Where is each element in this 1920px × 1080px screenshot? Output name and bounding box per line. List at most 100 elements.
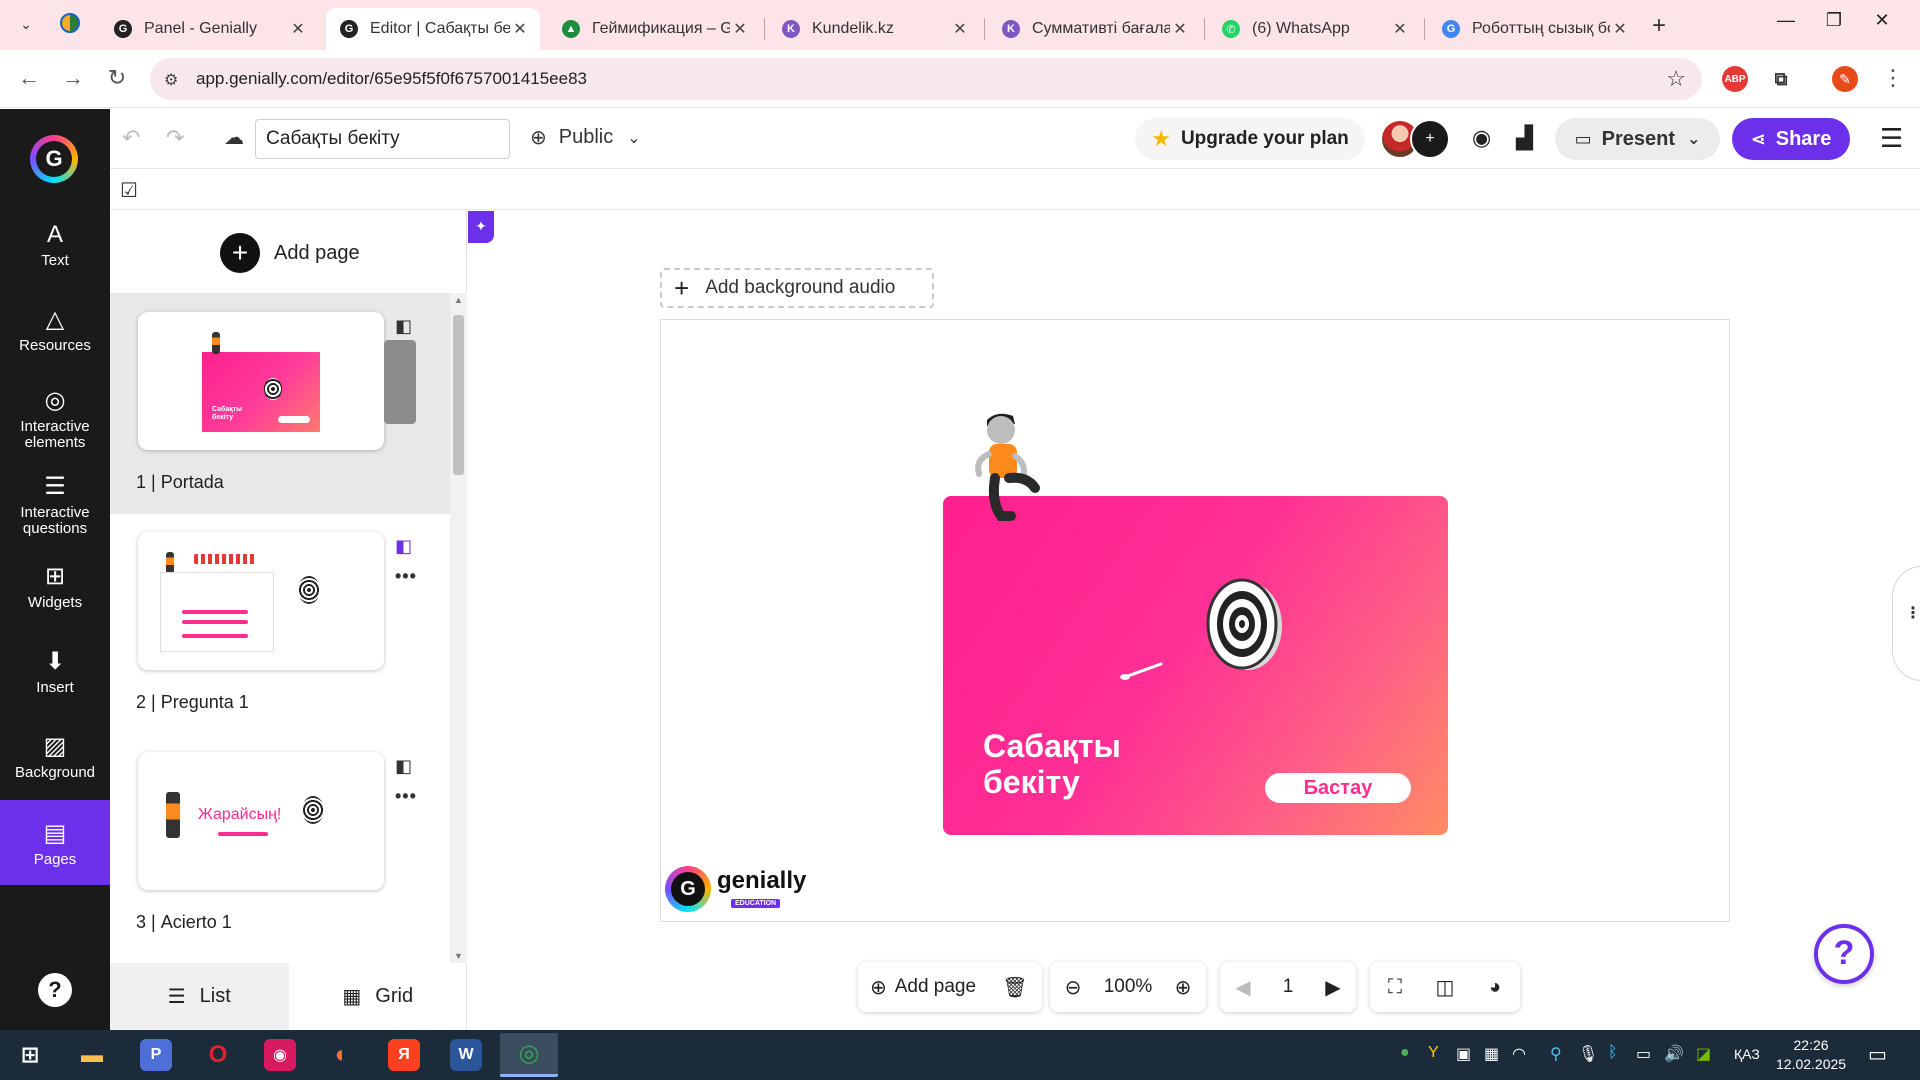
tab-summative[interactable]: K Суммативті бағала ✕ bbox=[988, 8, 1200, 50]
zoom-in-button[interactable]: ⊕ bbox=[1160, 962, 1206, 1012]
word-icon[interactable]: W bbox=[450, 1039, 482, 1071]
add-page-button[interactable]: + Add page bbox=[220, 233, 360, 273]
side-panel-handle[interactable]: ⋮ bbox=[1892, 566, 1920, 681]
nvidia-icon[interactable]: ◪ bbox=[1696, 1044, 1711, 1064]
site-settings-icon[interactable]: ⚙ bbox=[164, 70, 178, 90]
system-clock[interactable]: 22:26 12.02.2025 bbox=[1776, 1036, 1846, 1074]
rail-item-insert[interactable]: ⬇ Insert bbox=[0, 646, 110, 731]
zoom-level[interactable]: 100% bbox=[1096, 962, 1160, 1012]
tab-editor-active[interactable]: G Editor | Сабақты бе ✕ bbox=[326, 8, 540, 50]
tab-robot-line[interactable]: G Роботтың сызық бо ✕ bbox=[1428, 8, 1640, 50]
adblock-icon[interactable]: ABP bbox=[1722, 66, 1748, 92]
puzzle-icon[interactable]: ⧉ bbox=[1768, 66, 1794, 92]
split-view-button[interactable]: ◫ bbox=[1420, 962, 1470, 1012]
opera-icon[interactable]: O bbox=[202, 1039, 234, 1071]
delete-page-button[interactable]: 🗑 bbox=[988, 962, 1042, 1012]
pinned-tab-icon[interactable] bbox=[60, 13, 80, 33]
scrollbar-thumb[interactable] bbox=[453, 315, 464, 475]
fit-to-screen-button[interactable]: ⛶ bbox=[1370, 962, 1420, 1012]
page-thumbnail[interactable] bbox=[138, 532, 384, 670]
minimize-icon[interactable]: — bbox=[1766, 10, 1806, 31]
new-tab-button[interactable]: + bbox=[1652, 12, 1666, 40]
forward-arrow-icon[interactable]: → bbox=[58, 65, 88, 91]
page-entry-1[interactable]: Сабақты бекіту ◧ 1 | Portada bbox=[110, 294, 450, 514]
battery-icon[interactable]: ▭ bbox=[1636, 1044, 1651, 1064]
notification-icon[interactable]: ▭ bbox=[1868, 1042, 1887, 1067]
project-title-input[interactable] bbox=[255, 119, 510, 159]
zoom-out-button[interactable]: ⊖ bbox=[1050, 962, 1096, 1012]
start-button[interactable]: Бастау bbox=[1265, 773, 1411, 803]
slide-title[interactable]: Сабақты бекіту bbox=[983, 728, 1143, 800]
pages-scrollbar[interactable]: ▲ ▼ bbox=[450, 293, 467, 963]
pin-icon[interactable]: ✦ bbox=[468, 211, 494, 243]
volume-icon[interactable]: 🔊 bbox=[1664, 1044, 1684, 1064]
screen-recorder-icon[interactable]: ◉ bbox=[264, 1039, 296, 1071]
rail-item-text[interactable]: A Text bbox=[0, 219, 110, 304]
chrome-icon[interactable]: ◎ bbox=[500, 1033, 558, 1077]
page-entry-2[interactable]: ◧ ••• 2 | Pregunta 1 bbox=[110, 514, 450, 734]
close-icon[interactable]: ✕ bbox=[288, 19, 308, 39]
upgrade-plan-button[interactable]: ★ Upgrade your plan bbox=[1135, 118, 1365, 160]
tab-search-chevron-icon[interactable]: ⌄ bbox=[12, 10, 40, 38]
drag-handle[interactable] bbox=[384, 340, 416, 424]
add-collaborator-icon[interactable]: + bbox=[1410, 119, 1450, 159]
browser-menu-icon[interactable]: ⋮ bbox=[1878, 65, 1908, 91]
page-layout-icon[interactable]: ◧ bbox=[395, 756, 412, 777]
location-icon[interactable]: ⚲ bbox=[1550, 1044, 1562, 1064]
page-entry-3[interactable]: Жарайсың! ◧ ••• 3 | Acierto 1 bbox=[110, 734, 450, 954]
close-icon[interactable]: ✕ bbox=[730, 19, 750, 39]
eye-preview-icon[interactable]: ◉ bbox=[1472, 125, 1491, 151]
rail-item-pages[interactable]: ▤ Pages bbox=[0, 800, 110, 885]
rail-item-resources[interactable]: △ Resources bbox=[0, 304, 110, 389]
page-layout-icon[interactable]: ◧ bbox=[395, 316, 412, 337]
next-page-button[interactable]: ▶ bbox=[1310, 962, 1356, 1012]
pages-list[interactable]: Сабақты бекіту ◧ 1 | Portada ◧ ••• 2 | P… bbox=[110, 293, 450, 963]
tab-panel-genially[interactable]: G Panel - Genially ✕ bbox=[100, 8, 318, 50]
previous-page-button[interactable]: ◀ bbox=[1220, 962, 1266, 1012]
help-icon[interactable]: ? bbox=[38, 973, 72, 1007]
rail-item-widgets[interactable]: ⊞ Widgets bbox=[0, 561, 110, 646]
camera-icon[interactable]: ▣ bbox=[1456, 1044, 1471, 1064]
scroll-down-icon[interactable]: ▼ bbox=[454, 951, 463, 961]
hero-pink-card[interactable]: Сабақты бекіту Бастау bbox=[943, 496, 1448, 835]
more-options-icon[interactable]: ••• bbox=[395, 566, 417, 587]
hamburger-menu-icon[interactable]: ☰ bbox=[1880, 123, 1903, 154]
bottom-add-page-button[interactable]: ⊕ Add page bbox=[858, 962, 988, 1012]
windows-start-icon[interactable]: ⊞ bbox=[14, 1039, 46, 1071]
grid-view-button[interactable]: ▦ Grid bbox=[289, 963, 468, 1030]
close-icon[interactable]: ✕ bbox=[1390, 19, 1410, 39]
restore-icon[interactable]: ❐ bbox=[1814, 10, 1854, 31]
yandex-tray-icon[interactable]: Y bbox=[1428, 1044, 1439, 1062]
keyboard-icon[interactable]: ▦ bbox=[1484, 1044, 1499, 1064]
p-app-icon[interactable]: P bbox=[140, 1039, 172, 1071]
genially-logo-icon[interactable]: G bbox=[30, 135, 78, 183]
tab-kundelik[interactable]: K Kundelik.kz ✕ bbox=[768, 8, 980, 50]
yandex-icon[interactable]: Я bbox=[388, 1039, 420, 1071]
tab-whatsapp[interactable]: ✆ (6) WhatsApp ✕ bbox=[1208, 8, 1420, 50]
wifi-icon[interactable]: ◠ bbox=[1512, 1044, 1526, 1064]
theme-palette-button[interactable]: ◕ bbox=[1470, 962, 1520, 1012]
bluetooth-icon[interactable]: ᛒ bbox=[1608, 1044, 1618, 1062]
address-bar[interactable]: ⚙ app.genially.com/editor/65e95f5f0f6757… bbox=[150, 58, 1702, 100]
help-chat-button[interactable]: ? bbox=[1814, 924, 1874, 984]
page-layout-icon[interactable]: ◧ bbox=[395, 536, 412, 557]
redo-icon[interactable]: ↷ bbox=[166, 125, 184, 151]
share-button[interactable]: ⋖ Share bbox=[1732, 118, 1850, 160]
profile-icon[interactable]: ✎ bbox=[1832, 66, 1858, 92]
scroll-up-icon[interactable]: ▲ bbox=[454, 295, 463, 305]
undo-icon[interactable]: ↶ bbox=[122, 125, 140, 151]
present-button[interactable]: ▭ Present ⌄ bbox=[1555, 118, 1720, 160]
visibility-dropdown[interactable]: ⊕ Public ⌄ bbox=[530, 125, 641, 150]
analytics-bars-icon[interactable]: ▟ bbox=[1516, 125, 1533, 151]
checklist-icon[interactable]: ☑ bbox=[120, 178, 138, 203]
more-options-icon[interactable]: ••• bbox=[395, 786, 417, 807]
firefox-icon[interactable]: ◐ bbox=[326, 1039, 358, 1071]
list-view-button[interactable]: ☰ List bbox=[110, 963, 289, 1030]
back-arrow-icon[interactable]: ← bbox=[14, 65, 44, 91]
page-thumbnail[interactable]: Сабақты бекіту bbox=[138, 312, 384, 450]
slide-canvas[interactable]: Сабақты бекіту Бастау G genially EDUCATI… bbox=[660, 319, 1730, 922]
url-text[interactable]: app.genially.com/editor/65e95f5f0f675700… bbox=[196, 69, 587, 89]
microphone-icon[interactable]: 🎙 bbox=[1578, 1044, 1598, 1064]
rail-item-interactive-elements[interactable]: ◎ Interactive elements bbox=[0, 385, 110, 470]
close-icon[interactable]: ✕ bbox=[1170, 19, 1190, 39]
